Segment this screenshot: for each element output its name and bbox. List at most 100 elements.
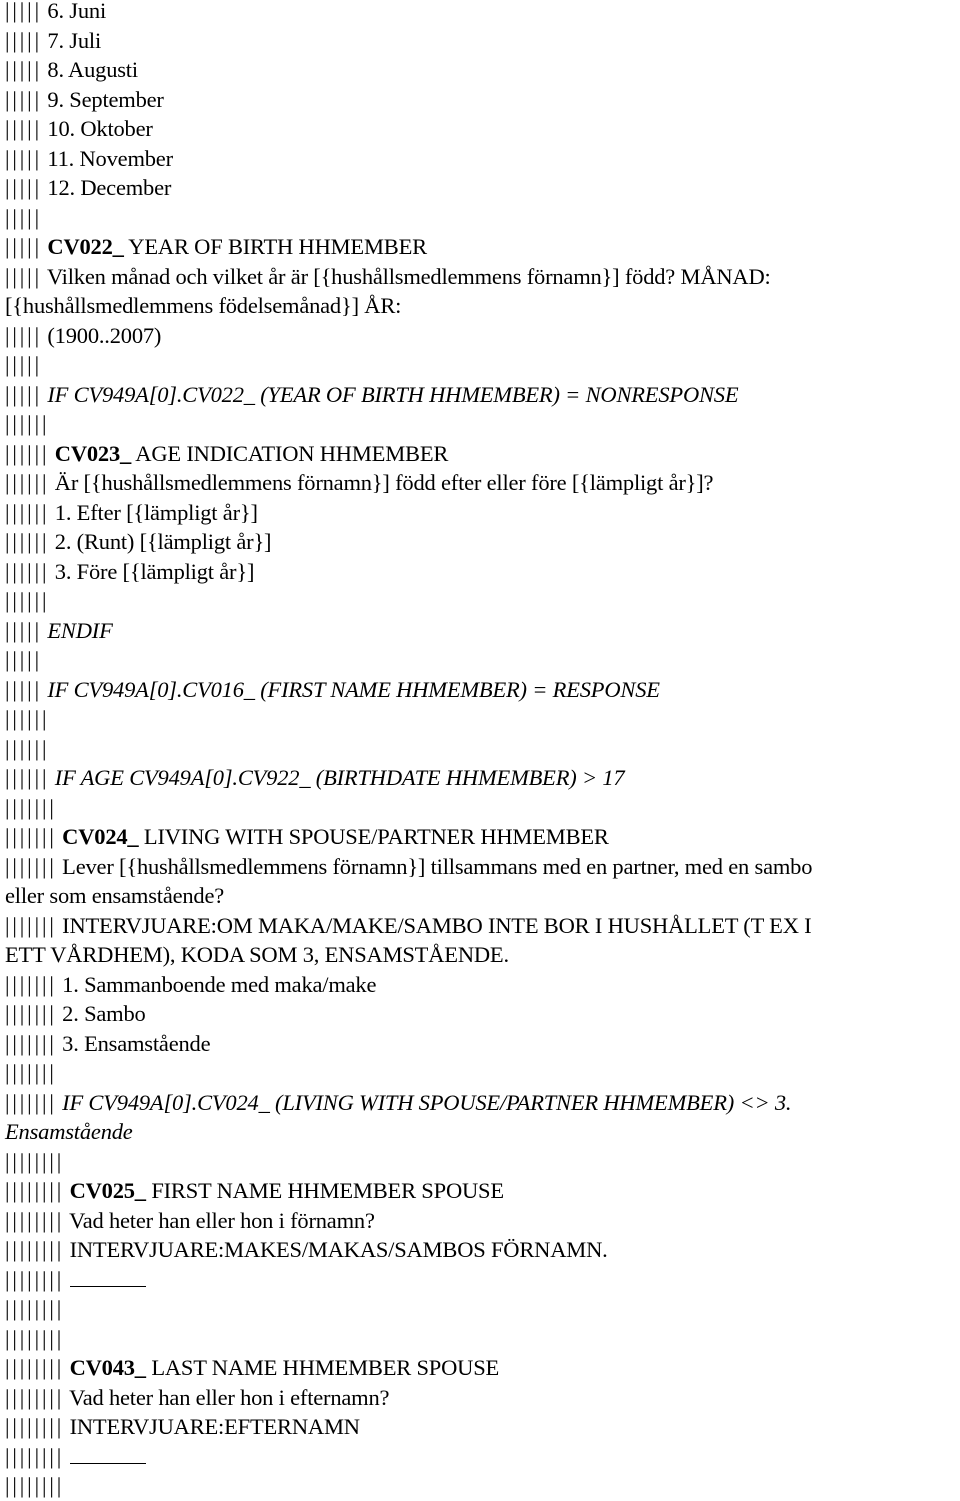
- text-line: | | | | | | 1. Efter [{lämpligt år}]: [5, 498, 960, 528]
- nesting-bars: | | | | | | |: [5, 1090, 57, 1115]
- nesting-bar: |: [27, 86, 32, 112]
- nesting-bar: |: [41, 1148, 47, 1174]
- nesting-bar: |: [19, 1148, 25, 1174]
- nesting-bar: |: [12, 588, 17, 613]
- text-line: | | | | | 12. December: [5, 173, 960, 203]
- nesting-bars: | | | | | |: [5, 470, 49, 495]
- line-text: Vilken månad och vilket år är [{hushålls…: [46, 263, 771, 289]
- nesting-bar: |: [5, 1443, 10, 1469]
- nesting-bar: |: [12, 1060, 17, 1085]
- nesting-bar: |: [19, 647, 25, 672]
- nesting-bar: |: [19, 411, 25, 436]
- line-text: 8. Augusti: [47, 57, 138, 82]
- nesting-bar: |: [5, 145, 10, 171]
- nesting-bar: |: [27, 1414, 32, 1439]
- line-text: eller som ensamstående?: [5, 883, 225, 908]
- nesting-bar: |: [19, 57, 25, 82]
- nesting-bar: |: [12, 1443, 17, 1469]
- nesting-bar: |: [56, 1355, 62, 1380]
- nesting-bars: | | | | | |: [5, 529, 49, 554]
- condition-text: IF CV949A[0].CV016_ (FIRST NAME HHMEMBER…: [47, 676, 660, 702]
- nesting-bar: |: [41, 706, 47, 731]
- nesting-bar: |: [19, 824, 25, 849]
- line-text: 11. November: [47, 145, 173, 171]
- nesting-bar: |: [49, 1443, 54, 1469]
- nesting-bar: |: [19, 588, 25, 613]
- nesting-bars: | | | | |: [5, 87, 42, 112]
- nesting-bar: |: [19, 1030, 25, 1056]
- nesting-bar: |: [12, 263, 17, 289]
- answer-field-line: | | | | | | | |: [5, 1265, 960, 1295]
- nesting-bar: |: [19, 1237, 25, 1262]
- nesting-bar: |: [49, 1001, 54, 1026]
- nesting-bar: |: [19, 1325, 25, 1351]
- nesting-bar: |: [12, 824, 17, 849]
- nesting-bar: |: [5, 1237, 10, 1262]
- nesting-bar: |: [5, 617, 10, 643]
- nesting-bars: | | | | | | | |: [5, 1267, 64, 1292]
- nesting-bar: |: [34, 204, 40, 230]
- question-code: CV025_: [69, 1178, 147, 1203]
- nesting-bar: |: [34, 529, 40, 554]
- nesting-bar: |: [19, 1266, 25, 1292]
- nesting-bar: |: [5, 1325, 10, 1351]
- line-text: 12. December: [47, 175, 172, 200]
- nesting-bars: | | | | | | | |: [5, 1355, 64, 1380]
- nesting-bar: |: [19, 1443, 25, 1469]
- nesting-bar: |: [34, 558, 40, 584]
- nesting-bar: |: [27, 1266, 32, 1292]
- nesting-bar: |: [19, 352, 25, 377]
- nesting-bar: |: [12, 1384, 17, 1410]
- nesting-bar: |: [34, 352, 40, 377]
- nesting-bar: |: [19, 971, 25, 997]
- line-text: 7. Juli: [47, 27, 101, 53]
- nesting-bar: |: [41, 588, 47, 613]
- nesting-bar: |: [49, 1325, 54, 1351]
- nesting-bar: |: [27, 1473, 32, 1498]
- nesting-bar: |: [5, 470, 10, 495]
- nesting-bar: |: [5, 204, 10, 230]
- nesting-bar: |: [34, 1443, 40, 1469]
- nesting-bar: |: [34, 1089, 40, 1115]
- text-line: | | | | | 10. Oktober: [5, 114, 960, 144]
- nesting-bar: |: [41, 1473, 47, 1498]
- nesting-bar: |: [19, 1207, 25, 1233]
- nesting-bar: |: [34, 470, 40, 495]
- spacer-line: | | | | | | | |: [5, 1471, 960, 1501]
- nesting-bar: |: [19, 204, 25, 230]
- nesting-bars: | | | | |: [5, 618, 42, 643]
- nesting-bar: |: [19, 1414, 25, 1439]
- nesting-bar: |: [27, 1384, 32, 1410]
- nesting-bar: |: [34, 440, 40, 466]
- nesting-bars: | | | | | | |: [5, 795, 57, 820]
- line-text: 3. Ensamstående: [62, 1030, 211, 1056]
- nesting-bar: |: [41, 1384, 47, 1410]
- nesting-bar: |: [12, 175, 17, 200]
- nesting-bar: |: [19, 1178, 25, 1203]
- question-title: YEAR OF BIRTH HHMEMBER: [128, 234, 427, 259]
- text-line: | | | | | | | 2. Sambo: [5, 999, 960, 1029]
- spacer-line: | | | | | | | |: [5, 1294, 960, 1324]
- text-line: | | | | | | | | INTERVJUARE:EFTERNAMN: [5, 1412, 960, 1442]
- nesting-bar: |: [27, 529, 32, 554]
- nesting-bar: |: [34, 86, 40, 112]
- nesting-bar: |: [49, 853, 54, 879]
- line-text: INTERVJUARE:OM MAKA/MAKE/SAMBO INTE BOR …: [62, 912, 812, 938]
- condition-line: | | | | | IF CV949A[0].CV016_ (FIRST NAME HH…: [5, 675, 960, 705]
- text-line: | | | | | | | INTERVJUARE:OM MAKA/MAKE/SAMBO I…: [5, 911, 960, 941]
- nesting-bar: |: [27, 381, 32, 407]
- text-line: | | | | | | | 1. Sammanboende med maka/make: [5, 970, 960, 1000]
- nesting-bar: |: [34, 1296, 40, 1321]
- nesting-bars: | | | | | | | |: [5, 1237, 64, 1262]
- nesting-bar: |: [19, 1384, 25, 1410]
- nesting-bar: |: [5, 1266, 10, 1292]
- nesting-bar: |: [34, 824, 40, 849]
- nesting-bar: |: [56, 1178, 62, 1203]
- nesting-bar: |: [49, 1414, 54, 1439]
- nesting-bars: | | | | | | | |: [5, 1444, 64, 1469]
- nesting-bar: |: [27, 647, 32, 672]
- nesting-bar: |: [34, 794, 40, 820]
- spacer-line: | | | | | |: [5, 734, 960, 764]
- nesting-bar: |: [41, 1296, 47, 1321]
- nesting-bar: |: [5, 57, 10, 82]
